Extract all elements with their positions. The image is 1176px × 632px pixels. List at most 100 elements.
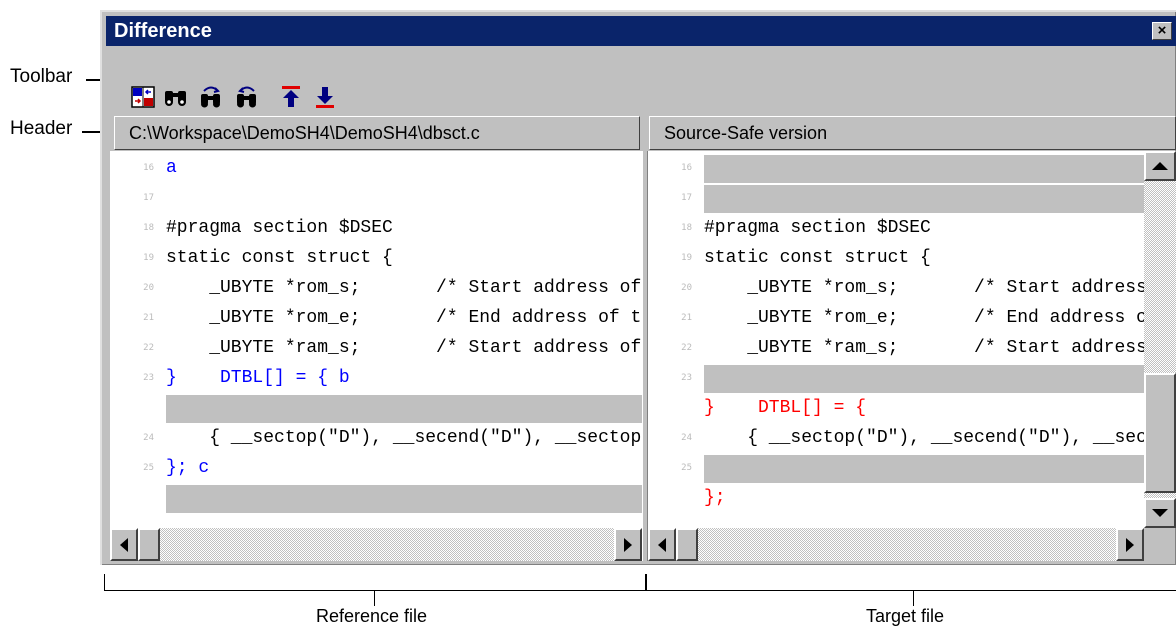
code-text: } DTBL[] = { b (166, 368, 350, 388)
toolbar (106, 50, 1176, 120)
code-text: a (166, 158, 177, 178)
code-line: 24 { __sectop("D"), __secend("D"), __sec… (648, 423, 1144, 453)
target-scroll-right-button[interactable] (1116, 528, 1144, 561)
target-bracket (646, 574, 1176, 591)
target-scroll-left-button[interactable] (648, 528, 676, 561)
right-arrow-icon (1126, 537, 1134, 552)
code-text: static const struct { (166, 248, 393, 268)
line-number: 17 (143, 193, 154, 203)
target-bracket-stem (913, 590, 914, 606)
code-line: 20 _UBYTE *rom_s; /* Start address of th… (110, 273, 642, 303)
line-number: 21 (143, 313, 154, 323)
close-button[interactable]: × (1152, 22, 1172, 40)
line-number: 19 (143, 253, 154, 263)
code-line: 25 }; c (110, 453, 642, 483)
code-line: 24 { __sectop("D"), __secend("D"), __sec… (110, 423, 642, 453)
line-number: 20 (681, 283, 692, 293)
vertical-scroll-thumb[interactable] (1144, 373, 1176, 493)
code-text: _UBYTE *rom_s; /* Start address of the i… (747, 278, 1144, 298)
code-line: 19 static const struct { (110, 243, 642, 273)
find-next-button[interactable] (234, 84, 260, 110)
line-number: 24 (143, 433, 154, 443)
target-code-pane[interactable]: 16 17 18 #pragma section $DSEC 19 static cons… (648, 151, 1144, 528)
close-icon: × (1157, 22, 1167, 39)
line-number: 23 (681, 373, 692, 383)
reference-scroll-left-button[interactable] (110, 528, 138, 561)
line-number: 21 (681, 313, 692, 323)
code-line: 18 #pragma section $DSEC (648, 213, 1144, 243)
code-line: 19 static const struct { (648, 243, 1144, 273)
up-arrow-icon (1152, 162, 1168, 170)
previous-difference-button[interactable] (278, 84, 304, 110)
code-text: }; (704, 488, 726, 508)
code-line: 20 _UBYTE *rom_s; /* Start address of th… (648, 273, 1144, 303)
scroll-down-button[interactable] (1144, 498, 1176, 528)
reference-bracket-stem (374, 590, 375, 606)
line-number: 18 (681, 223, 692, 233)
title-bar[interactable]: Difference × (106, 16, 1176, 46)
reference-scroll-right-button[interactable] (614, 528, 642, 561)
target-header[interactable]: Source-Safe version (649, 116, 1176, 150)
code-line: 21 _UBYTE *rom_e; /* End address of the … (110, 303, 642, 333)
line-number: 22 (143, 343, 154, 353)
code-text: }; c (166, 458, 210, 478)
line-number: 16 (681, 163, 692, 173)
code-line: 21 _UBYTE *rom_e; /* End address of the … (648, 303, 1144, 333)
code-line: } DTBL[] = { (648, 393, 1144, 423)
code-text: static const struct { (704, 248, 931, 268)
line-number: 24 (681, 433, 692, 443)
target-horizontal-scrollbar[interactable] (648, 528, 1144, 561)
toolbar-callout: Toolbar (10, 66, 73, 87)
toggle-view-button[interactable] (130, 84, 156, 110)
code-line: 16 (648, 153, 1144, 183)
code-text: { __sectop("D"), __secend("D"), __sectop… (209, 428, 642, 448)
reference-code-pane[interactable]: 16 a 17 18 #pragma section $DSEC 19 static con… (110, 151, 642, 528)
next-difference-button[interactable] (312, 84, 338, 110)
code-line: }; (648, 483, 1144, 513)
code-text: _UBYTE *rom_e; /* End address of the ini… (209, 308, 642, 328)
line-number: 16 (143, 163, 154, 173)
code-line: 22 _UBYTE *ram_s; /* Start address of th… (110, 333, 642, 363)
code-text: #pragma section $DSEC (166, 218, 393, 238)
code-text: } DTBL[] = { (704, 398, 867, 418)
code-line: 23 (648, 363, 1144, 393)
code-line: 23 } DTBL[] = { b (110, 363, 642, 393)
code-line: 25 (648, 453, 1144, 483)
find-next-icon (237, 86, 256, 108)
code-line: 16 a (110, 153, 642, 183)
code-text: { __sectop("D"), __secend("D"), __sectop… (747, 428, 1144, 448)
code-line: 22 _UBYTE *ram_s; /* Start address of th… (648, 333, 1144, 363)
line-number: 17 (681, 193, 692, 203)
previous-difference-icon (282, 86, 300, 107)
find-icon (165, 91, 186, 106)
difference-window: Difference × C:\Workspace\DemoSH4\DemoSH… (100, 10, 1176, 565)
code-text: _UBYTE *ram_s; /* Start address of the i… (209, 338, 642, 358)
code-text: _UBYTE *rom_e; /* End address of the ini… (747, 308, 1144, 328)
line-number: 23 (143, 373, 154, 383)
line-number: 19 (681, 253, 692, 263)
reference-header[interactable]: C:\Workspace\DemoSH4\DemoSH4\dbsct.c (114, 116, 640, 150)
reference-file-callout: Reference file (316, 606, 428, 626)
line-number: 20 (143, 283, 154, 293)
left-arrow-icon (658, 537, 666, 552)
code-text: #pragma section $DSEC (704, 218, 931, 238)
scroll-up-button[interactable] (1144, 151, 1176, 181)
reference-bracket (104, 574, 646, 591)
reference-horizontal-thumb[interactable] (138, 528, 160, 561)
line-number: 25 (681, 463, 692, 473)
target-file-callout: Target file (866, 606, 945, 626)
line-number: 25 (143, 463, 154, 473)
reference-horizontal-scrollbar[interactable] (110, 528, 642, 561)
find-button[interactable] (163, 84, 189, 110)
find-previous-icon (201, 86, 220, 108)
line-number: 18 (143, 223, 154, 233)
right-arrow-icon (624, 537, 632, 552)
code-text: _UBYTE *rom_s; /* Start address of the i… (209, 278, 642, 298)
target-vertical-scrollbar[interactable] (1144, 151, 1176, 528)
header-callout: Header (10, 118, 73, 139)
target-horizontal-thumb[interactable] (676, 528, 698, 561)
left-arrow-icon (120, 537, 128, 552)
find-previous-button[interactable] (198, 84, 224, 110)
